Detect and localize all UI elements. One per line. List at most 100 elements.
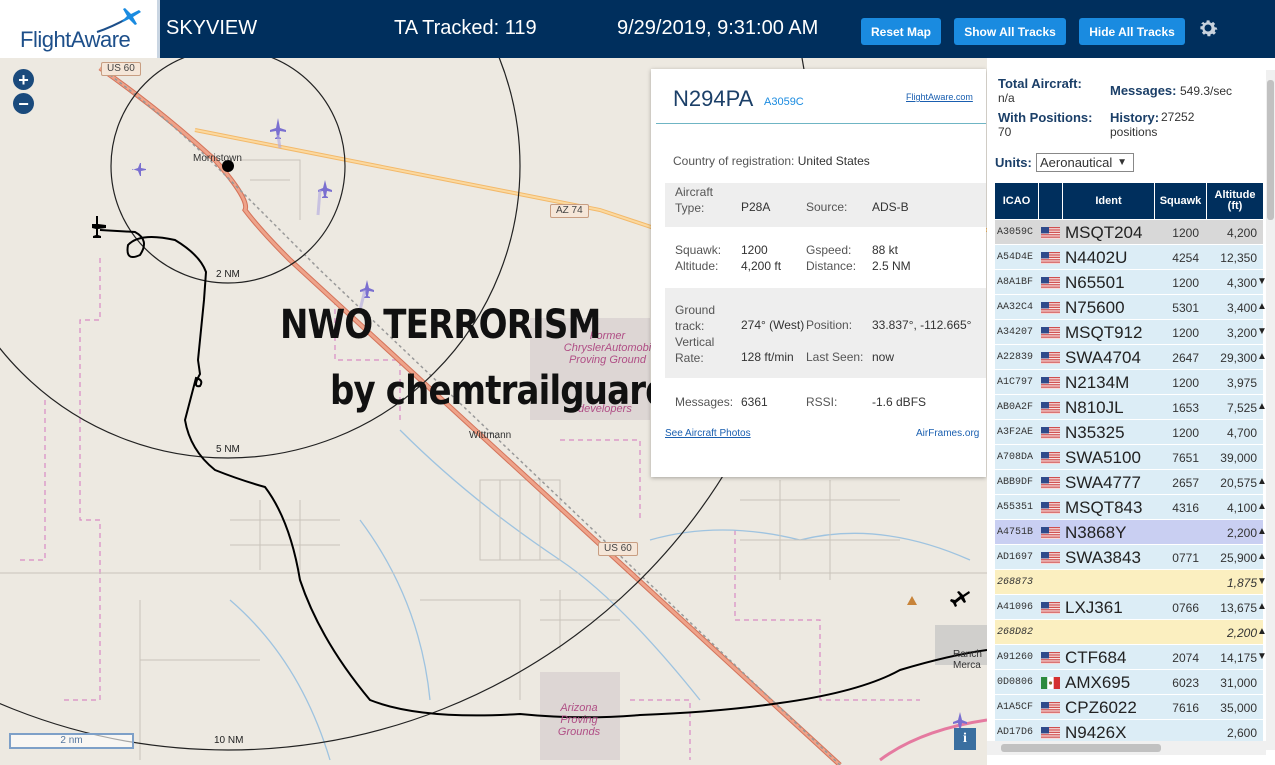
table-row[interactable]: 268873 1,875 ▼ xyxy=(995,570,1267,595)
icao-cell: A54D4E xyxy=(997,252,1034,263)
squawk-cell: 1200 xyxy=(1172,326,1199,340)
road-label-az74: AZ 74 xyxy=(550,204,589,218)
history-value: 27252 positions xyxy=(1110,110,1195,139)
us-flag-icon xyxy=(1041,377,1060,389)
us-flag-icon xyxy=(1041,702,1060,714)
us-flag-icon xyxy=(1041,227,1060,239)
units-select[interactable]: Aeronautical ▼ xyxy=(1036,153,1134,172)
info-button[interactable]: i xyxy=(954,728,976,750)
table-row[interactable]: A55351 MSQT843 4316 4,100 ▲ xyxy=(995,495,1267,520)
table-row[interactable]: AD1697 SWA3843 0771 25,900 ▲ xyxy=(995,545,1267,570)
ring-label-10nm: 10 NM xyxy=(214,735,244,746)
table-row[interactable]: A3F2AE N35325 1200 4,700 xyxy=(995,420,1263,445)
hide-all-tracks-button[interactable]: Hide All Tracks xyxy=(1079,18,1185,45)
ident-cell: MSQT912 xyxy=(1065,323,1143,342)
logo[interactable]: FlightAware xyxy=(0,0,160,58)
messages-rate-label: Messages: xyxy=(1110,83,1177,98)
icao-cell: A1C797 xyxy=(997,377,1034,388)
table-row[interactable]: AA32C4 N75600 5301 3,400 ▲ xyxy=(995,295,1267,320)
vertical-scroll-thumb[interactable] xyxy=(1267,80,1274,220)
squawk-cell: 0771 xyxy=(1172,551,1199,565)
column-header-squawk[interactable]: Squawk xyxy=(1155,183,1207,219)
table-row[interactable]: A3059C MSQT204 1200 4,200 xyxy=(995,220,1263,245)
with-positions-label: With Positions: xyxy=(998,110,1093,125)
table-row[interactable]: 0D0806 AMX695 6023 31,000 xyxy=(995,670,1263,695)
us-flag-icon xyxy=(1041,252,1060,264)
us-flag-icon xyxy=(1041,527,1060,539)
icao-cell: A1A5CF xyxy=(997,702,1034,713)
units-label: Units: xyxy=(995,155,1032,170)
reset-map-button[interactable]: Reset Map xyxy=(861,18,941,45)
altitude-cell: 29,300 xyxy=(1220,351,1257,365)
us-flag-icon xyxy=(1041,452,1060,464)
icao-cell: 268873 xyxy=(997,577,1034,588)
us-flag-icon xyxy=(1041,552,1060,564)
icao-cell: 268D82 xyxy=(997,627,1034,638)
icao-cell: A55351 xyxy=(997,502,1034,513)
squawk-cell: 7651 xyxy=(1172,451,1199,465)
lastseen-label: Last Seen: xyxy=(806,350,864,364)
icao-cell: A8A1BF xyxy=(997,277,1034,288)
table-row[interactable]: A22839 SWA4704 2647 29,300 ▲ xyxy=(995,345,1267,370)
column-header-flag[interactable] xyxy=(1039,183,1063,219)
squawk-cell: 0766 xyxy=(1172,601,1199,615)
us-flag-icon xyxy=(1041,727,1060,739)
squawk-cell: 7616 xyxy=(1172,701,1199,715)
table-row[interactable]: A708DA SWA5100 7651 39,000 xyxy=(995,445,1263,470)
altitude-cell: 12,350 xyxy=(1220,251,1257,265)
table-row[interactable]: A91260 CTF684 2074 14,175 ▼ xyxy=(995,645,1267,670)
gear-icon[interactable] xyxy=(1196,16,1220,40)
overlay-text-line1: NWO TERRORISM xyxy=(280,302,601,348)
zoom-out-button[interactable]: − xyxy=(13,93,34,114)
ident-cell: SWA3843 xyxy=(1065,548,1141,567)
place-label-morristown: Morristown xyxy=(193,153,242,164)
altitude-cell: 35,000 xyxy=(1220,701,1257,715)
show-all-tracks-button[interactable]: Show All Tracks xyxy=(954,18,1066,45)
messages-label: Messages: xyxy=(675,395,734,409)
altitude-cell: 31,000 xyxy=(1220,676,1257,690)
table-row[interactable]: AB0A2F N810JL 1653 7,525 ▲ xyxy=(995,395,1267,420)
aircraft-registration: N294PA xyxy=(673,86,754,111)
ident-cell: N3868Y xyxy=(1065,523,1127,542)
ident-cell: MSQT843 xyxy=(1065,498,1143,517)
ident-cell: N35325 xyxy=(1065,423,1125,442)
flightaware-link[interactable]: FlightAware.com xyxy=(906,92,973,102)
logo-text: FlightAware xyxy=(20,27,131,52)
aircraft-photos-link[interactable]: See Aircraft Photos xyxy=(665,428,751,439)
table-row[interactable]: A1C797 N2134M 1200 3,975 xyxy=(995,370,1263,395)
position-value: 33.837°, -112.665° xyxy=(872,318,972,332)
altitude-cell: 3,975 xyxy=(1226,376,1257,390)
zoom-in-button[interactable]: + xyxy=(13,69,34,90)
squawk-cell: 1653 xyxy=(1172,401,1199,415)
ring-label-2nm: 2 NM xyxy=(216,269,240,280)
table-row[interactable]: A54D4E N4402U 4254 12,350 xyxy=(995,245,1263,270)
table-row[interactable]: ABB9DF SWA4777 2657 20,575 ▲ xyxy=(995,470,1267,495)
squawk-cell: 2657 xyxy=(1172,476,1199,490)
with-positions-value: 70 xyxy=(998,125,1012,139)
aircraft-detail-popup: N294PA A3059C FlightAware.com Country of… xyxy=(651,69,986,477)
place-label-rancho: Ranch Merca xyxy=(953,649,982,671)
table-row[interactable]: A8A1BF N65501 1200 4,300 ▼ xyxy=(995,270,1267,295)
place-label-wittmann: Wittmann xyxy=(469,430,512,441)
squawk-cell: 2074 xyxy=(1172,651,1199,665)
column-header-icao[interactable]: ICAO xyxy=(995,183,1039,219)
table-row[interactable]: 268D82 2,200 ▲ xyxy=(995,620,1267,645)
horizontal-scroll-thumb[interactable] xyxy=(1001,744,1161,752)
track-block: Ground track: 274° (West) Position: 33.8… xyxy=(665,288,986,378)
track-value: 274° (West) xyxy=(741,318,805,332)
icao-cell: A22839 xyxy=(997,352,1034,363)
ident-cell: N9426X xyxy=(1065,723,1127,742)
column-header-altitude[interactable]: Altitude (ft) xyxy=(1207,183,1263,219)
altitude-cell: 3,400 xyxy=(1226,301,1257,315)
icao-cell: ABB9DF xyxy=(997,477,1034,488)
icao-cell: 0D0806 xyxy=(997,677,1034,688)
country-value: United States xyxy=(797,154,870,168)
ident-cell: MSQT204 xyxy=(1065,223,1143,242)
column-header-ident[interactable]: Ident xyxy=(1063,183,1155,219)
table-row[interactable]: A34207 MSQT912 1200 3,200 ▼ xyxy=(995,320,1267,345)
table-row[interactable]: A1A5CF CPZ6022 7616 35,000 xyxy=(995,695,1263,720)
table-row[interactable]: A41096 LXJ361 0766 13,675 ▲ xyxy=(995,595,1267,620)
airframes-link[interactable]: AirFrames.org xyxy=(916,428,979,439)
position-label: Position: xyxy=(806,318,853,332)
table-row[interactable]: A4751B N3868Y 2,200 ▲ xyxy=(995,520,1267,545)
